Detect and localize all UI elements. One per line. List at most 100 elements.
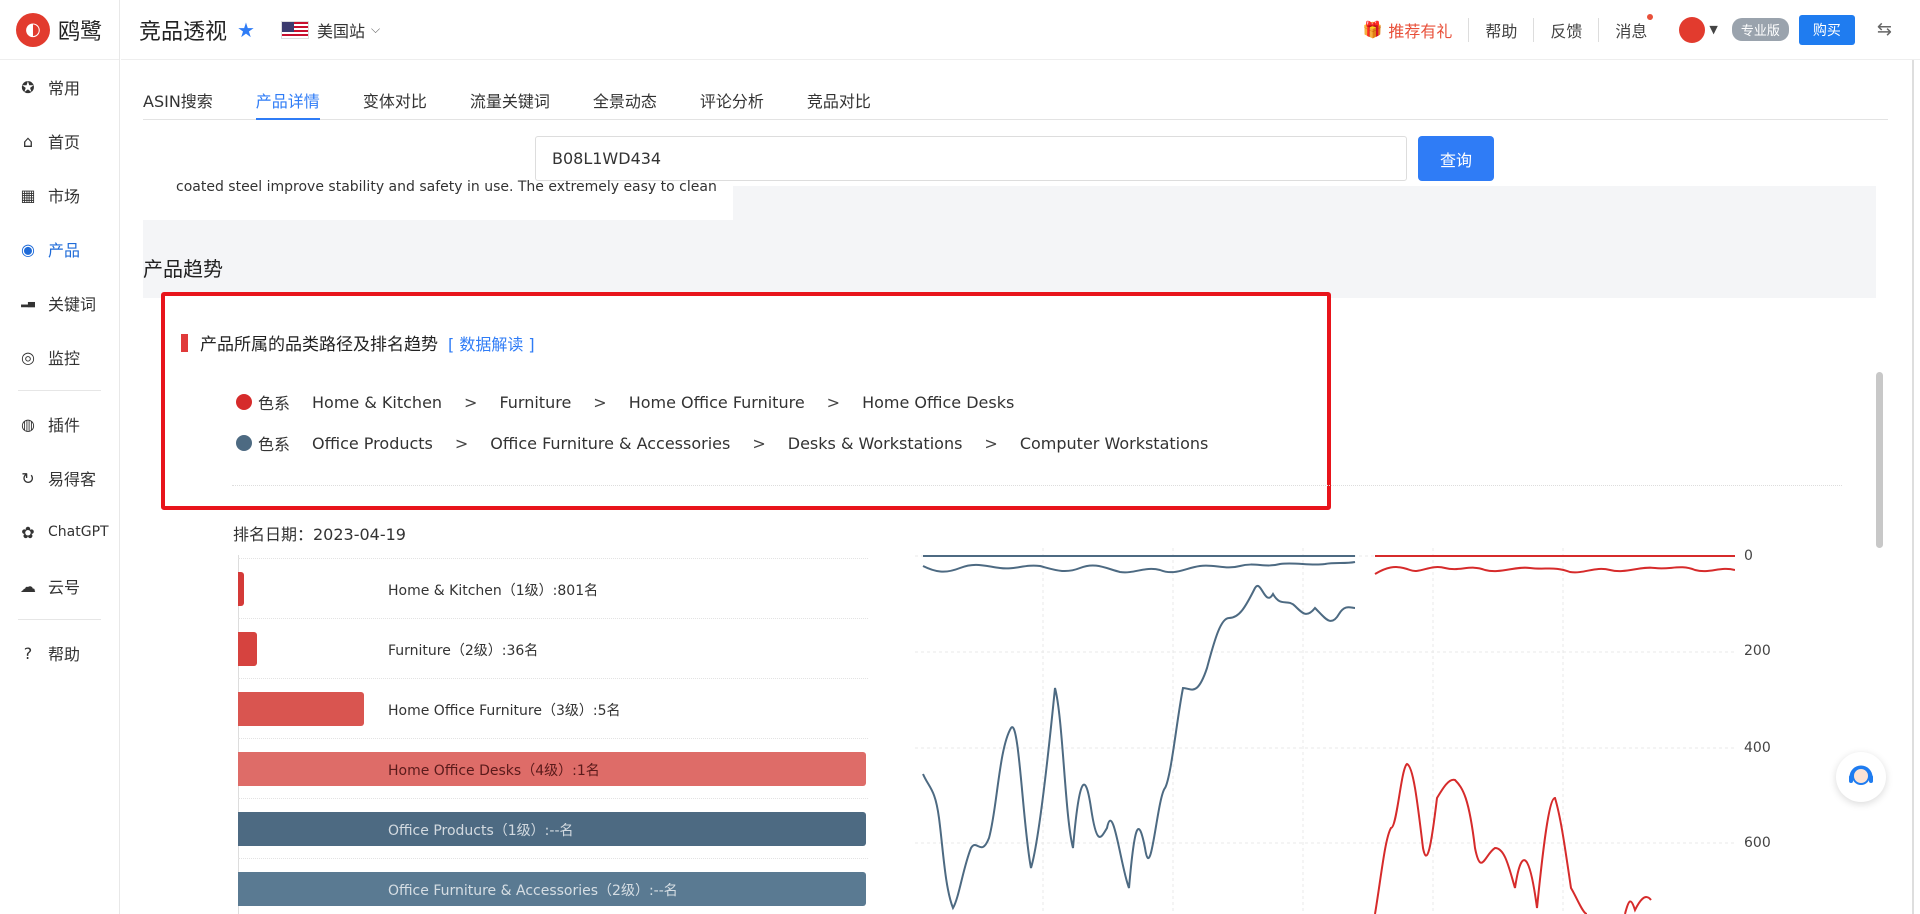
customer-support-button[interactable] xyxy=(1836,752,1886,802)
rank-bar-label: Furniture（2级）:36名 xyxy=(388,643,539,659)
rank-bar[interactable] xyxy=(238,632,257,666)
tab-2[interactable]: 变体对比 xyxy=(363,76,427,120)
sidebar-item-label: 易得客 xyxy=(48,470,97,489)
category-link[interactable]: Desks & Workstations xyxy=(788,434,963,453)
headset-icon xyxy=(1849,765,1873,785)
sidebar-item-2[interactable]: ▦ 市场 xyxy=(0,168,119,222)
rank-bar[interactable] xyxy=(238,692,364,726)
sidebar-item-4[interactable]: ▂▄ 关键词 xyxy=(0,276,119,330)
logo-bird-icon: ◐ xyxy=(16,12,50,47)
sidebar-item-6[interactable]: ◍ 插件 xyxy=(0,397,119,451)
rank-date: 排名日期：2023-04-19 xyxy=(233,525,406,544)
sidebar-item-label: 市场 xyxy=(48,187,81,206)
category-link[interactable]: Home Office Furniture xyxy=(629,393,805,412)
bar-chart-icon: ▂▄ xyxy=(21,298,35,308)
sidebar-item-label: 监控 xyxy=(48,349,81,368)
sidebar-item-0[interactable]: ✪ 常用 xyxy=(0,60,119,114)
top-header: 竞品透视 ★ 美国站 ⌵ 🎁 推荐有礼 帮助 反馈 消息 ▼ 专业版 购买 ⇆ xyxy=(121,0,1920,60)
rank-bar-label: Office Furniture & Accessories（2级）:--名 xyxy=(388,883,678,899)
category-link[interactable]: Office Products xyxy=(312,434,433,453)
swap-icon[interactable]: ⇆ xyxy=(1877,19,1892,40)
series-color-dot xyxy=(236,394,252,410)
eye-icon: ◉ xyxy=(21,239,35,259)
sidebar-item-7[interactable]: ↻ 易得客 xyxy=(0,451,119,505)
scrollbar-track[interactable] xyxy=(1912,60,1914,914)
category-path-row: 色系 Home & Kitchen > Furniture > Home Office F… xyxy=(236,390,1036,414)
category-link[interactable]: Computer Workstations xyxy=(1020,434,1209,453)
tab-0[interactable]: ASIN搜索 xyxy=(143,76,213,120)
rank-bar-chart: Home & Kitchen（1级）:801名 Furniture（2级）:36名… xyxy=(238,555,868,914)
tab-6[interactable]: 竞品对比 xyxy=(807,76,871,120)
category-path-card: 产品所属的品类路径及排名趋势 [ 数据解读 ] 色系 Home & Kitchen… xyxy=(161,292,1331,510)
category-link[interactable]: Office Furniture & Accessories xyxy=(490,434,730,453)
sidebar-item-3[interactable]: ◉ 产品 xyxy=(0,222,119,276)
bar-row-divider xyxy=(238,678,868,679)
help-icon: ? xyxy=(23,643,33,663)
chevron-down-icon[interactable]: ⌵ xyxy=(371,22,380,37)
us-flag-icon[interactable] xyxy=(280,20,309,39)
tab-5[interactable]: 评论分析 xyxy=(700,76,764,120)
page-title: 竞品透视 xyxy=(139,19,228,45)
title-marker xyxy=(181,333,188,352)
sidebar-item-label: 云号 xyxy=(48,578,81,597)
color-tag: 色系 xyxy=(258,394,291,413)
sidebar-item-1[interactable]: ⌂ 首页 xyxy=(0,114,119,168)
sidebar-item-5[interactable]: ◎ 监控 xyxy=(0,330,119,384)
query-button[interactable]: 查询 xyxy=(1418,136,1494,181)
sidebar-item-8[interactable]: ✿ ChatGPT xyxy=(0,505,119,559)
scrollbar-thumb[interactable] xyxy=(1876,372,1883,548)
bar-axis xyxy=(238,555,239,914)
messages-link[interactable]: 消息 xyxy=(1598,13,1663,42)
card-title: 产品所属的品类路径及排名趋势 xyxy=(200,335,438,355)
buy-button[interactable]: 购买 xyxy=(1798,14,1855,45)
path-separator: > xyxy=(752,433,766,453)
grid-icon: ▦ xyxy=(20,185,36,205)
sidebar-item-label: ChatGPT xyxy=(48,524,109,540)
series-blue-top2 xyxy=(922,561,1356,574)
series-blue-main xyxy=(922,584,1356,911)
sidebar-item-9[interactable]: ☁ 云号 xyxy=(0,559,119,613)
gift-icon: 🎁 xyxy=(1362,20,1383,39)
rank-bar-label: Office Products（1级）:--名 xyxy=(388,823,574,839)
notification-dot xyxy=(1647,13,1654,20)
sidebar-item-label: 帮助 xyxy=(48,645,81,664)
sidebar-item-label: 首页 xyxy=(48,133,81,152)
asin-search-input[interactable] xyxy=(535,136,1407,181)
feedback-link[interactable]: 反馈 xyxy=(1533,17,1598,42)
series-red-top2 xyxy=(1374,566,1735,575)
avatar[interactable] xyxy=(1679,16,1706,43)
bar-row-divider xyxy=(238,618,868,619)
rank-bar[interactable] xyxy=(238,572,245,606)
series-color-dot xyxy=(236,435,252,451)
logo[interactable]: ◐ 鸥鹭 xyxy=(0,0,119,60)
tab-3[interactable]: 流量关键词 xyxy=(470,76,550,120)
chrome-icon: ◍ xyxy=(21,414,35,434)
category-link[interactable]: Furniture xyxy=(499,393,571,412)
tab-4[interactable]: 全景动态 xyxy=(593,76,657,120)
path-separator: > xyxy=(984,433,998,453)
sidebar-item-10[interactable]: ? 帮助 xyxy=(0,626,119,680)
site-selector[interactable]: 美国站 xyxy=(317,18,365,42)
referral-button[interactable]: 🎁 推荐有礼 xyxy=(1362,18,1452,42)
help-link[interactable]: 帮助 xyxy=(1468,17,1533,42)
bar-row-divider xyxy=(238,558,868,559)
category-link[interactable]: Home Office Desks xyxy=(862,393,1014,412)
caret-down-icon[interactable]: ▼ xyxy=(1709,23,1717,36)
category-path-row: 色系 Office Products > Office Furniture & Acc… xyxy=(236,431,1230,455)
bar-row-divider xyxy=(238,858,868,859)
messages-label: 消息 xyxy=(1615,21,1648,41)
star-icon[interactable]: ★ xyxy=(237,18,255,42)
category-link[interactable]: Home & Kitchen xyxy=(312,393,442,412)
rank-bar-label: Home Office Furniture（3级）:5名 xyxy=(388,703,621,719)
section-title: 产品趋势 xyxy=(143,257,223,281)
tab-1[interactable]: 产品详情 xyxy=(255,76,320,120)
grid-lines xyxy=(915,548,1735,914)
nav-separator xyxy=(18,390,101,391)
rank-bar-label: Home & Kitchen（1级）:801名 xyxy=(388,583,599,599)
cloud-icon: ☁ xyxy=(20,576,36,596)
description-text: coated steel improve stability and safet… xyxy=(176,180,717,195)
rank-trend-chart xyxy=(915,548,1735,914)
openai-icon: ✿ xyxy=(21,522,35,542)
data-interpretation-link[interactable]: [ 数据解读 ] xyxy=(448,331,535,355)
nav-separator xyxy=(18,619,101,620)
